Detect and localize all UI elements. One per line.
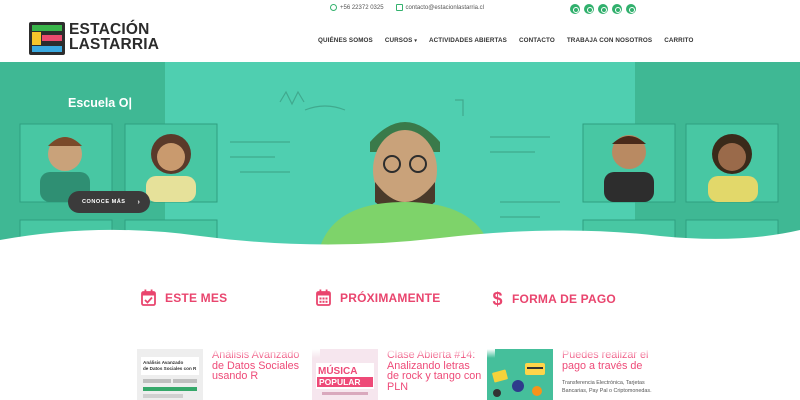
feature-label: FORMA DE PAGO xyxy=(512,291,616,306)
svg-text:$: $ xyxy=(493,289,503,308)
calendar-grid-icon xyxy=(316,289,331,306)
card-fade-2 xyxy=(385,349,495,358)
instagram-icon[interactable] xyxy=(570,4,580,14)
conoce-mas-button[interactable]: CONOCE MÁS › xyxy=(68,191,150,213)
calendar-check-icon xyxy=(141,289,156,306)
facebook-icon[interactable] xyxy=(598,4,608,14)
participant-tile-4 xyxy=(685,123,779,203)
feature-forma-de-pago[interactable]: $ FORMA DE PAGO xyxy=(492,289,616,308)
chevron-right-icon: › xyxy=(137,198,141,206)
dollar-icon: $ xyxy=(493,289,503,308)
thumb-text-musica: MÚSICA xyxy=(318,364,357,377)
course-thumbnail-r[interactable]: Análisis Avanzado de Datos Sociales con … xyxy=(137,349,203,400)
brand-name[interactable]: ESTACIÓN LASTARRIA xyxy=(69,21,160,53)
payment-methods-text: Transferencia Electrónica, Tarjetas Banc… xyxy=(562,380,652,394)
whatsapp-icon xyxy=(330,4,337,11)
thumb-text-line-1: Análisis Avanzado xyxy=(143,360,183,365)
nav-item-cursos[interactable]: CURSOS ▾ xyxy=(385,37,417,44)
feature-proximamente[interactable]: PRÓXIMAMENTE xyxy=(316,289,440,306)
brand-line-2: LASTARRIA xyxy=(69,36,160,53)
main-nav: QUIÉNES SOMOS CURSOS ▾ ACTIVIDADES ABIERT… xyxy=(318,37,694,44)
feature-label: PRÓXIMAMENTE xyxy=(340,290,441,305)
card-fade-1 xyxy=(210,349,320,358)
email-contact[interactable]: contacto@estacionlastarria.cl xyxy=(395,4,485,11)
course-thumbnail-art: Análisis Avanzado de Datos Sociales con … xyxy=(137,349,203,400)
nav-item-quienes-somos[interactable]: QUIÉNES SOMOS xyxy=(318,37,373,44)
payment-thumbnail xyxy=(487,349,553,400)
envelope-icon xyxy=(395,4,403,11)
hero-illustration xyxy=(0,62,800,247)
contact-bar: +56 22372 0325 contacto@estacionlastarri… xyxy=(330,4,484,11)
chevron-down-icon: ▾ xyxy=(414,38,418,44)
thumb-text-popular: POPULAR xyxy=(319,377,361,387)
estacion-lastarria-logo[interactable] xyxy=(29,22,65,55)
thumb-text-line-2: de Datos Sociales con R xyxy=(143,366,197,371)
email-address: contacto@estacionlastarria.cl xyxy=(405,4,485,11)
nav-item-actividades-abiertas[interactable]: ACTIVIDADES ABIERTAS xyxy=(429,37,507,44)
site-header: ESTACIÓN LASTARRIA +56 22372 0325 contac… xyxy=(0,0,800,62)
nav-item-cursos-label: CURSOS xyxy=(384,37,413,44)
cta-label: CONOCE MÁS xyxy=(82,199,126,205)
spotify-icon[interactable] xyxy=(626,4,636,14)
card-fade-3 xyxy=(560,349,660,358)
course-thumbnail-art: MÚSICA POPULAR xyxy=(312,349,378,400)
phone-number: +56 22372 0325 xyxy=(340,4,384,11)
course-thumbnail-musica[interactable]: MÚSICA POPULAR xyxy=(312,349,378,400)
brand-line-1: ESTACIÓN xyxy=(69,21,150,38)
nav-item-trabaja-con-nosotros[interactable]: TRABAJA CON NOSOTROS xyxy=(567,37,652,44)
nav-item-carrito[interactable]: CARRITO xyxy=(664,37,693,44)
hero-title: Escuela O| xyxy=(68,96,132,110)
twitter-icon[interactable] xyxy=(584,4,594,14)
payment-methods-art xyxy=(487,349,553,400)
feature-este-mes[interactable]: ESTE MES xyxy=(141,289,227,306)
participant-tile-3 xyxy=(582,123,676,203)
nav-item-contacto[interactable]: CONTACTO xyxy=(519,37,555,44)
feature-label: ESTE MES xyxy=(165,290,228,305)
hero-banner: Escuela O| CONOCE MÁS › xyxy=(0,62,800,247)
mail-icon[interactable] xyxy=(612,4,622,14)
social-links xyxy=(570,4,636,14)
phone-contact[interactable]: +56 22372 0325 xyxy=(330,4,384,11)
